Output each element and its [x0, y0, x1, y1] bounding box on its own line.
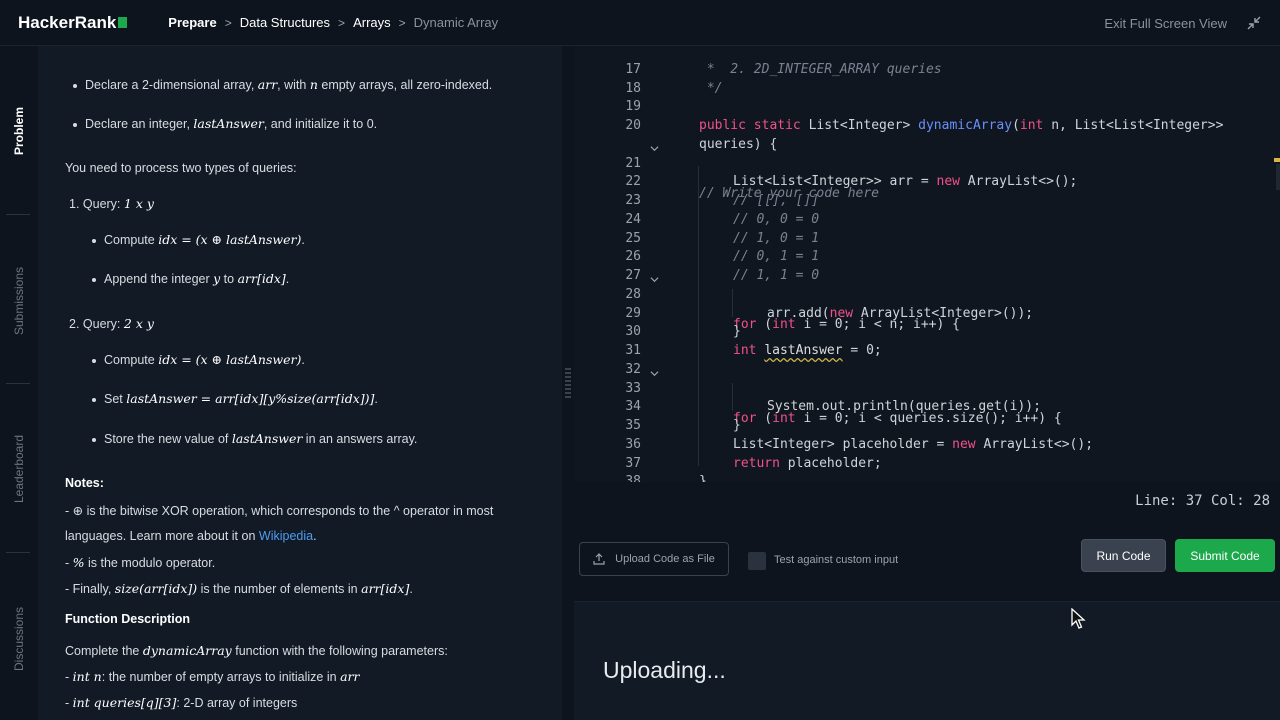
code-line: 29 arr.add(new ArrayList<Integer>());: [625, 306, 1034, 321]
code-line: 20 public static List<Integer> dynamicArr…: [625, 118, 1224, 133]
action-bar: Upload Code as File Test against custom …: [574, 520, 1280, 600]
query-2-store: Store the new value of lastAnswer in an …: [92, 431, 417, 446]
code-editor[interactable]: 17 * 2. 2D_INTEGER_ARRAY queries 18 */ 1…: [574, 46, 1280, 482]
submit-code-button[interactable]: Submit Code: [1175, 539, 1275, 572]
breadcrumb-prepare[interactable]: Prepare: [168, 15, 216, 30]
tab-submissions[interactable]: Submissions: [0, 256, 38, 346]
upload-status-message: Uploading...: [603, 657, 726, 683]
fold-chevron-icon[interactable]: [650, 275, 659, 284]
bullet-declare-array: Declare a 2-dimensional array, arr, with…: [73, 77, 492, 92]
code-line: 31 int lastAnswer = 0;: [625, 343, 882, 358]
bullet-icon: [92, 397, 96, 402]
code-line: 17 * 2. 2D_INTEGER_ARRAY queries: [625, 62, 942, 77]
query-1-append: Append the integer y to arr[idx].: [92, 271, 289, 286]
code-line: 36 List<Integer> placeholder = new ArrayL…: [625, 437, 1094, 452]
code-line: 18 */: [625, 81, 723, 96]
code-line: 23// [[], []]: [625, 193, 820, 208]
query-1-compute: Compute idx = (x ⊕ lastAnswer).: [92, 232, 305, 247]
code-line-wrap: queries) {: [699, 137, 778, 152]
code-line: 33 for (int i = 0; i < queries.size(); i…: [574, 366, 1280, 426]
editor-scrollbar[interactable]: [1276, 164, 1280, 190]
bullet-icon: [73, 83, 77, 88]
code-line: 30}: [625, 324, 741, 339]
rail-divider: [6, 383, 30, 384]
bullet-icon: [73, 122, 77, 127]
code-line: 28 for (int i = 0; i < n; i++) {: [574, 272, 1280, 332]
scrollbar-marker: [1274, 158, 1280, 162]
fold-chevron-icon[interactable]: [650, 144, 659, 153]
bullet-icon: [92, 437, 96, 442]
side-rail: Problem Submissions Leaderboard Discussi…: [0, 46, 38, 720]
cursor-position: Line: 37 Col: 28: [1135, 493, 1270, 509]
query-2-compute: Compute idx = (x ⊕ lastAnswer).: [92, 352, 305, 367]
breadcrumb-arrays[interactable]: Arrays: [353, 15, 391, 30]
editor-status-bar: Line: 37 Col: 28: [574, 482, 1280, 520]
bullet-icon: [92, 277, 96, 282]
run-code-button[interactable]: Run Code: [1081, 539, 1166, 572]
custom-input-label[interactable]: Test against custom input: [774, 554, 898, 566]
chevron-right-icon: >: [398, 15, 406, 30]
notes-heading: Notes:: [65, 476, 104, 490]
rail-divider: [6, 552, 30, 553]
fold-chevron-icon[interactable]: [650, 369, 659, 378]
wikipedia-link[interactable]: Wikipedia: [259, 529, 313, 543]
top-bar: HackerRank Prepare > Data Structures > A…: [0, 0, 1280, 46]
code-line: 25// 1, 0 = 1: [625, 231, 820, 246]
bullet-icon: [92, 358, 96, 363]
tab-leaderboard[interactable]: Leaderboard: [0, 424, 38, 514]
upload-icon: [593, 553, 605, 565]
bullet-declare-integer: Declare an integer, lastAnswer, and init…: [73, 116, 377, 131]
param-n: - int n: the number of empty arrays to i…: [65, 669, 360, 684]
drag-handle-icon[interactable]: [565, 368, 571, 398]
code-line: 22 List<List<Integer>> arr = new ArrayLis…: [625, 174, 1078, 189]
note-xor-continued: languages. Learn more about it on Wikipe…: [65, 529, 317, 543]
bullet-icon: [92, 238, 96, 243]
chevron-right-icon: >: [338, 15, 346, 30]
chevron-right-icon: >: [224, 15, 232, 30]
problem-statement: Declare a 2-dimensional array, arr, with…: [38, 46, 562, 720]
upload-code-button[interactable]: Upload Code as File: [579, 542, 729, 576]
hackerrank-logo[interactable]: HackerRank: [18, 13, 128, 33]
code-line: 26// 0, 1 = 1: [625, 249, 820, 264]
note-modulo: - % is the modulo operator.: [65, 555, 216, 570]
breadcrumb-dynamic-array: Dynamic Array: [413, 15, 499, 30]
code-line: 37 return placeholder;: [625, 456, 882, 471]
exit-full-screen-link[interactable]: Exit Full Screen View: [1104, 16, 1227, 31]
function-description-text: Complete the dynamicArray function with …: [65, 643, 448, 658]
custom-input-checkbox[interactable]: [748, 552, 766, 570]
logo-block-icon: [118, 17, 128, 28]
code-line: 38}: [625, 474, 707, 482]
query-2-heading: 2. Query: 2 x y: [69, 316, 154, 331]
code-line: 27// 1, 1 = 0: [625, 268, 820, 283]
note-size: - Finally, size(arr[idx]) is the number …: [65, 581, 413, 596]
tab-problem[interactable]: Problem: [0, 96, 38, 166]
code-line: 24// 0, 0 = 0: [625, 212, 820, 227]
tab-discussions[interactable]: Discussions: [0, 594, 38, 684]
function-description-heading: Function Description: [65, 612, 190, 626]
rail-divider: [6, 214, 30, 215]
code-line: 34 System.out.println(queries.get(i));: [625, 399, 1041, 414]
code-line: 19: [625, 99, 641, 114]
code-line: 32: [625, 362, 641, 377]
param-queries: - int queries[q][3]: 2-D array of intege…: [65, 695, 298, 710]
query-1-heading: 1. Query: 1 x y: [69, 196, 154, 211]
note-xor: - ⊕ is the bitwise XOR operation, which …: [65, 504, 494, 518]
breadcrumb: Prepare > Data Structures > Arrays > Dyn…: [168, 15, 498, 30]
code-line: 21 // Write your code here: [574, 141, 1280, 201]
output-panel: Uploading...: [574, 601, 1280, 720]
process-text: You need to process two types of queries…: [65, 161, 297, 175]
query-2-set: Set lastAnswer = arr[idx][y%size(arr[idx…: [92, 391, 378, 406]
mouse-pointer-icon: [1071, 608, 1086, 629]
code-line: 35}: [625, 418, 741, 433]
breadcrumb-data-structures[interactable]: Data Structures: [240, 15, 330, 30]
collapse-icon[interactable]: [1247, 16, 1261, 30]
